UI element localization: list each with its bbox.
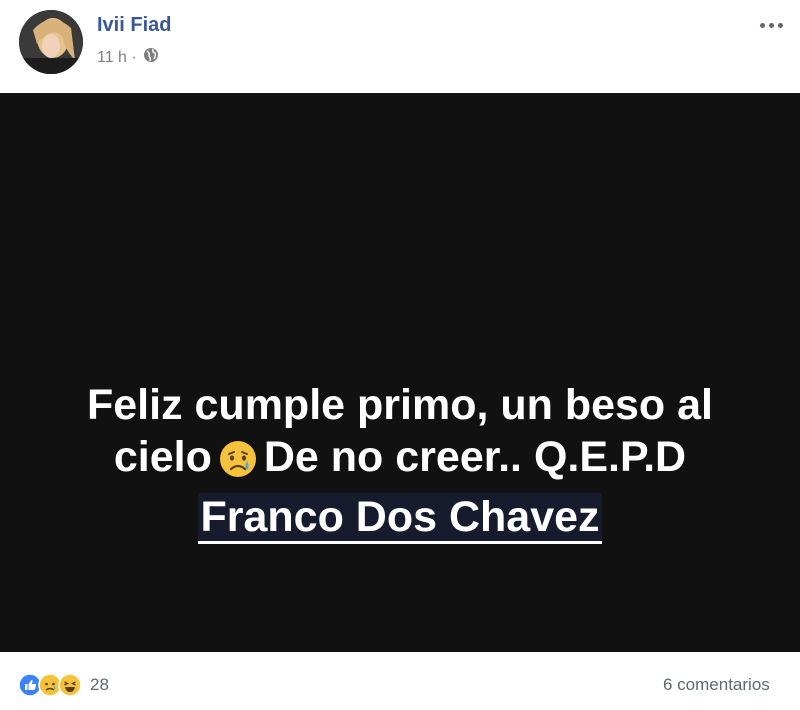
globe-icon <box>143 47 159 68</box>
post-text: Feliz cumple primo, un beso al cielo De … <box>0 379 800 544</box>
dot-icon <box>778 22 783 28</box>
post-content: Feliz cumple primo, un beso al cielo De … <box>0 93 800 652</box>
post-time[interactable]: 11 h · <box>97 49 137 67</box>
haha-icon <box>58 673 82 697</box>
author-name[interactable]: Ivii Fiad <box>97 14 171 37</box>
dot-icon <box>769 22 774 28</box>
post-meta: 11 h · <box>97 47 159 68</box>
more-options-button[interactable] <box>760 20 792 30</box>
comments-count-link[interactable]: 6 comentarios <box>663 675 770 695</box>
mention-link[interactable]: Franco Dos Chavez <box>198 493 602 544</box>
avatar[interactable] <box>19 10 83 74</box>
reaction-count[interactable]: 28 <box>90 675 109 695</box>
post-header: Ivii Fiad 11 h · <box>0 0 800 93</box>
crying-face-emoji-icon <box>218 439 258 491</box>
post-text-line1: Feliz cumple primo, un beso al <box>87 381 713 429</box>
post-text-tail: De no creer.. Q.E.P.D <box>263 433 687 481</box>
post-text-line2: cielo De no creer.. Q.E.P.D <box>0 431 800 491</box>
post-footer: 28 6 comentarios <box>0 652 800 710</box>
avatar-photo <box>19 10 83 74</box>
post-text-cielo: cielo <box>113 433 212 481</box>
reactions-summary[interactable]: 28 <box>18 673 109 697</box>
dot-icon <box>760 22 765 28</box>
